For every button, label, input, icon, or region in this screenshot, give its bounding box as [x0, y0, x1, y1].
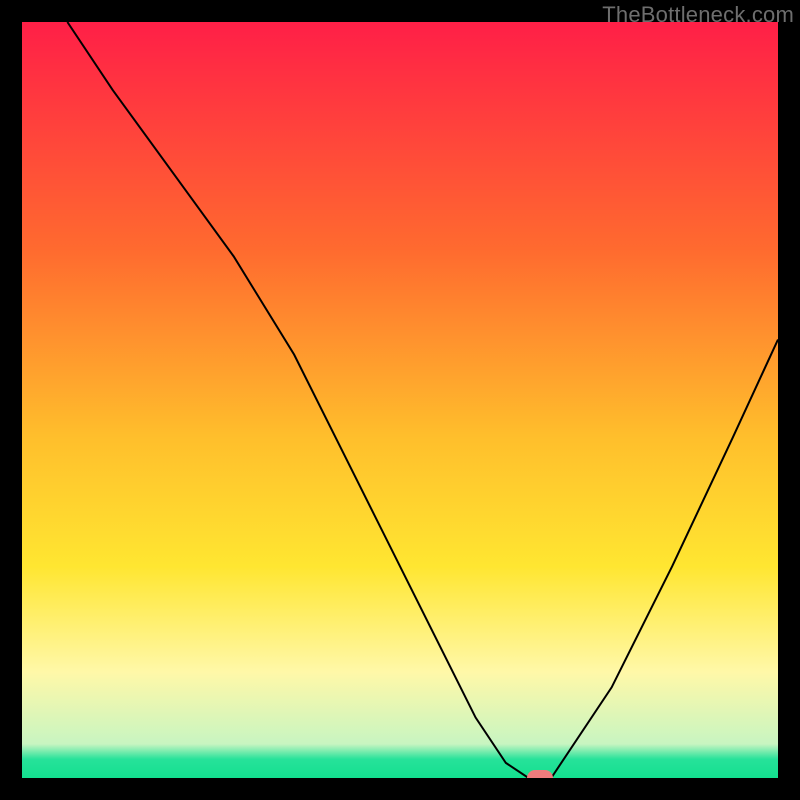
optimal-marker — [527, 770, 553, 778]
chart-container: TheBottleneck.com — [0, 0, 800, 800]
plot-area — [22, 22, 778, 778]
curve-path — [67, 22, 778, 778]
bottleneck-curve — [22, 22, 778, 778]
watermark-text: TheBottleneck.com — [602, 2, 794, 28]
